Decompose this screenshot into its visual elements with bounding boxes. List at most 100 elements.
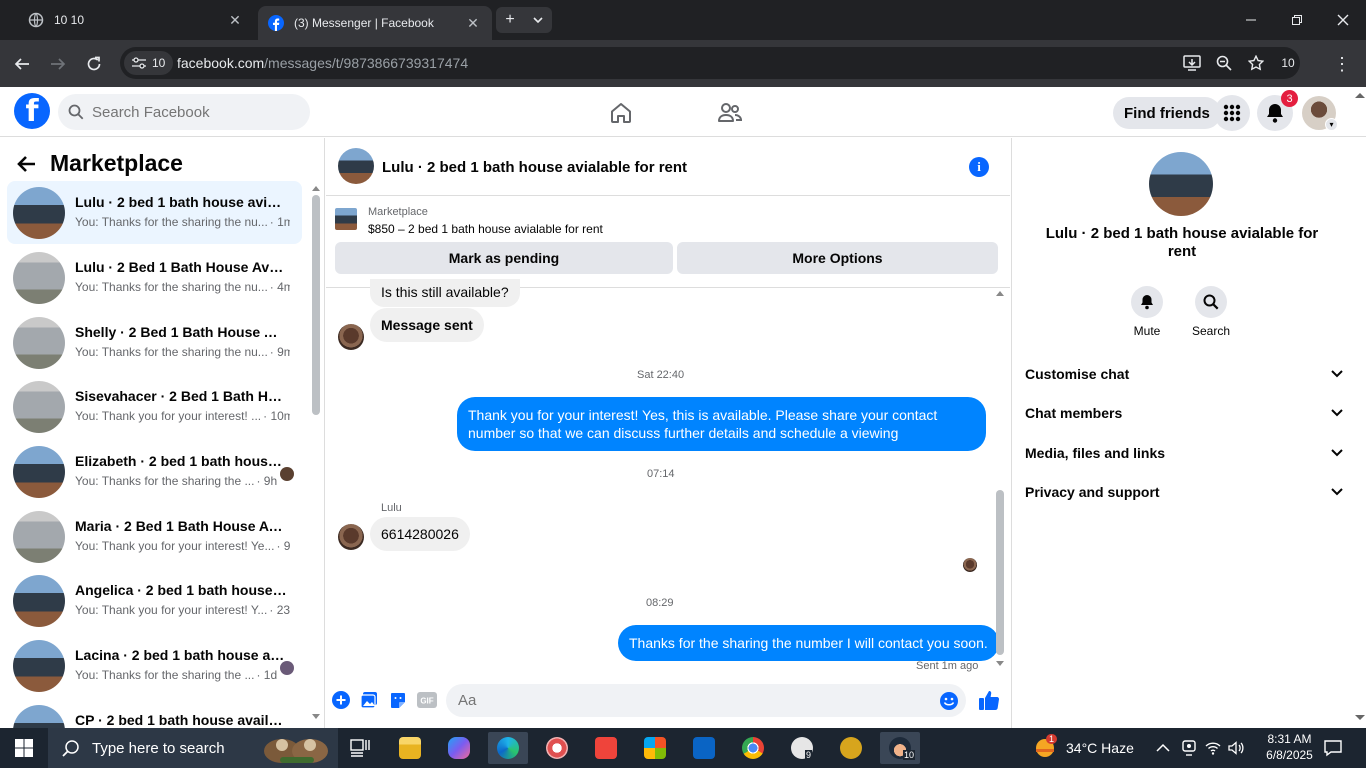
edge-browser-icon[interactable] — [488, 732, 528, 764]
section-customise-chat[interactable]: Customise chat — [1025, 356, 1343, 392]
close-window-icon[interactable] — [1320, 0, 1366, 40]
conversation-item[interactable]: Maria · 2 Bed 1 Bath House Avial... You:… — [7, 505, 302, 568]
section-media-files-links[interactable]: Media, files and links — [1025, 435, 1343, 471]
scrollbar-thumb[interactable] — [996, 490, 1004, 655]
close-tab-icon[interactable]: ✕ — [462, 12, 484, 34]
volume-icon[interactable] — [1228, 728, 1244, 768]
reload-icon[interactable] — [80, 50, 108, 78]
restore-window-icon[interactable] — [1274, 0, 1320, 40]
preview-text: You: Thank you for your interest! ... — [75, 409, 262, 423]
search-in-chat-button[interactable]: Search — [1181, 286, 1241, 338]
xbox-app-icon[interactable] — [831, 732, 871, 764]
home-icon[interactable] — [606, 99, 636, 127]
photo-icon[interactable] — [359, 690, 379, 710]
find-friends-button[interactable]: Find friends — [1113, 97, 1221, 129]
mute-button[interactable]: Mute — [1117, 286, 1177, 338]
svg-text:GIF: GIF — [420, 697, 433, 706]
facebook-search-input[interactable] — [92, 103, 292, 121]
scrollbar-thumb[interactable] — [312, 195, 320, 415]
chat-thumbnail[interactable] — [338, 148, 374, 184]
listing-photo[interactable] — [1149, 152, 1213, 216]
more-options-button[interactable]: More Options — [677, 242, 998, 274]
facebook-search[interactable] — [58, 94, 310, 130]
file-explorer-icon[interactable] — [390, 732, 430, 764]
friends-icon[interactable] — [715, 99, 745, 127]
message-input[interactable] — [458, 692, 928, 709]
browser-tab-inactive[interactable]: 10 10 ✕ — [16, 0, 254, 40]
back-arrow-icon[interactable] — [16, 155, 36, 173]
sender-avatar[interactable] — [338, 324, 364, 350]
browser-menu-icon[interactable]: ⋮ — [1330, 50, 1354, 78]
chrome-profile-icon[interactable]: 9 — [782, 732, 822, 764]
conversation-item[interactable]: Sisevahacer · 2 Bed 1 Bath Hous... You: … — [7, 375, 302, 438]
message-input-box[interactable] — [446, 684, 966, 717]
conversation-item[interactable]: Lacina · 2 bed 1 bath house av... You: T… — [7, 634, 302, 697]
tab-title: 10 10 — [54, 13, 85, 27]
listing-price[interactable]: $850 – 2 bed 1 bath house avialable for … — [368, 222, 603, 236]
sender-name: Lulu — [381, 502, 402, 514]
site-info-chip[interactable]: 10 — [124, 51, 174, 75]
active-app-icon[interactable]: 10 — [880, 732, 920, 764]
windows-start-icon[interactable] — [0, 728, 48, 768]
clock-date: 6/8/2025 — [1266, 748, 1313, 762]
sender-avatar[interactable] — [338, 524, 364, 550]
chrome-icon[interactable] — [733, 732, 773, 764]
search-label: Search — [1191, 324, 1231, 338]
install-app-icon[interactable] — [1180, 51, 1204, 75]
account-chevron-icon[interactable]: ▾ — [1325, 118, 1338, 131]
task-view-icon[interactable] — [340, 732, 380, 764]
new-tab-button[interactable]: + — [496, 7, 524, 33]
chat-scrollbar[interactable] — [996, 290, 1004, 670]
conversation-item[interactable]: Lulu · 2 Bed 1 Bath House Aviala... You:… — [7, 246, 302, 309]
back-arrow-icon[interactable] — [8, 50, 36, 78]
show-hidden-icons-chevron-icon[interactable] — [1156, 728, 1170, 768]
microsoft-store-icon[interactable] — [635, 732, 675, 764]
app-window-badge: 10 — [903, 750, 916, 760]
section-privacy-support[interactable]: Privacy and support — [1025, 474, 1343, 510]
section-chat-members[interactable]: Chat members — [1025, 395, 1343, 431]
taskbar-clock[interactable]: 8:31 AM 6/8/2025 — [1257, 731, 1322, 763]
emoji-icon[interactable] — [940, 692, 958, 710]
anydesk-icon[interactable] — [586, 732, 626, 764]
thumbs-up-icon[interactable] — [977, 688, 1001, 712]
address-bar[interactable]: 10 facebook.com/messages/t/9873866739317… — [120, 47, 1300, 79]
sticker-icon[interactable] — [388, 690, 408, 710]
info-icon[interactable]: i — [969, 157, 989, 177]
snipping-tool-icon[interactable] — [537, 732, 577, 764]
notifications-center-icon[interactable] — [1324, 728, 1342, 768]
mark-as-pending-button[interactable]: Mark as pending — [335, 242, 673, 274]
gif-icon[interactable]: GIF — [417, 690, 437, 710]
menu-grid-icon[interactable] — [1214, 95, 1250, 131]
profile-badge[interactable]: 10 — [1276, 51, 1300, 75]
facebook-logo-icon[interactable]: f — [14, 93, 50, 129]
panel-title: Marketplace — [50, 150, 183, 176]
conversation-item[interactable]: Lulu · 2 bed 1 bath house aviala... You:… — [7, 181, 302, 244]
meet-now-icon[interactable] — [1182, 728, 1196, 768]
conversation-list-scrollbar[interactable] — [312, 183, 320, 723]
wifi-icon[interactable] — [1205, 728, 1221, 768]
listing-thumbnail — [13, 575, 65, 627]
zoom-icon[interactable] — [1212, 51, 1236, 75]
conversation-item[interactable]: Elizabeth · 2 bed 1 bath house... You: T… — [7, 440, 302, 503]
tab-search-chevron-icon[interactable] — [524, 7, 552, 33]
preview-text: You: Thank you for your interest! Y... — [75, 603, 268, 617]
outlook-icon[interactable] — [684, 732, 724, 764]
browser-tab-active[interactable]: (3) Messenger | Facebook ✕ — [258, 6, 492, 40]
minimize-window-icon[interactable] — [1228, 0, 1274, 40]
conversation-item[interactable]: CP · 2 bed 1 bath house availabl... — [7, 699, 302, 728]
close-tab-icon[interactable]: ✕ — [224, 9, 246, 31]
preview-time: · 9h — [276, 539, 290, 553]
forward-arrow-icon[interactable] — [44, 50, 72, 78]
plus-circle-icon[interactable] — [331, 690, 351, 710]
taskbar-search-box[interactable]: Type here to search — [48, 728, 338, 768]
conversation-item[interactable]: Angelica · 2 bed 1 bath house av... You:… — [7, 569, 302, 632]
chat-title[interactable]: Lulu · 2 bed 1 bath house avialable for … — [382, 159, 687, 176]
copilot-icon[interactable] — [439, 732, 479, 764]
conversation-item[interactable]: Shelly · 2 Bed 1 Bath House Avia... You:… — [7, 311, 302, 374]
weather-widget[interactable]: 1 34°C Haze — [1034, 728, 1134, 768]
page-scrollbar[interactable] — [1354, 88, 1366, 728]
seen-avatar — [280, 661, 294, 675]
conversation-preview: You: Thanks for the sharing the nu... · 1… — [75, 215, 290, 229]
listing-thumbnail — [335, 208, 357, 230]
bookmark-star-icon[interactable] — [1244, 51, 1268, 75]
